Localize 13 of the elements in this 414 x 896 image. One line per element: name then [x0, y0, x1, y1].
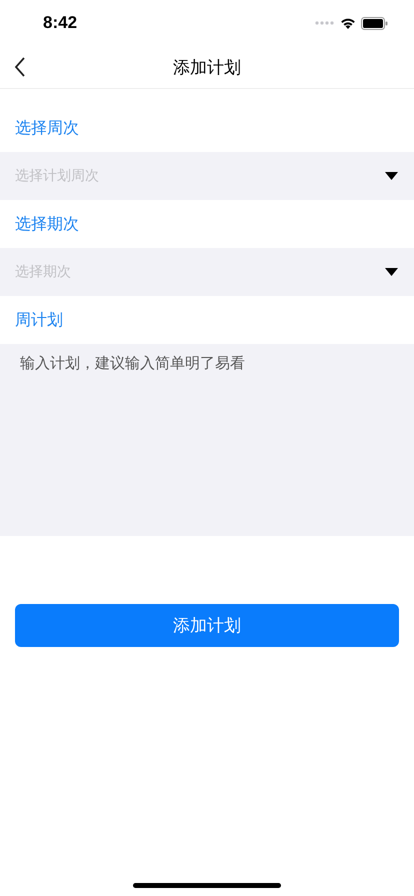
field-label: 周计划	[15, 310, 63, 330]
dropdown-arrow-icon	[385, 268, 398, 276]
add-plan-button[interactable]: 添加计划	[15, 604, 399, 647]
signal-icon	[315, 21, 335, 25]
page-title: 添加计划	[173, 56, 241, 78]
field-label: 选择期次	[15, 214, 79, 234]
back-icon	[14, 57, 26, 77]
plan-input-field[interactable]: 输入计划，建议输入简单明了易看	[0, 344, 414, 536]
wifi-icon	[340, 17, 356, 29]
field-label: 选择周次	[15, 118, 79, 138]
status-time: 8:42	[43, 13, 78, 33]
dropdown-arrow-icon	[385, 172, 398, 180]
battery-icon	[361, 16, 388, 30]
